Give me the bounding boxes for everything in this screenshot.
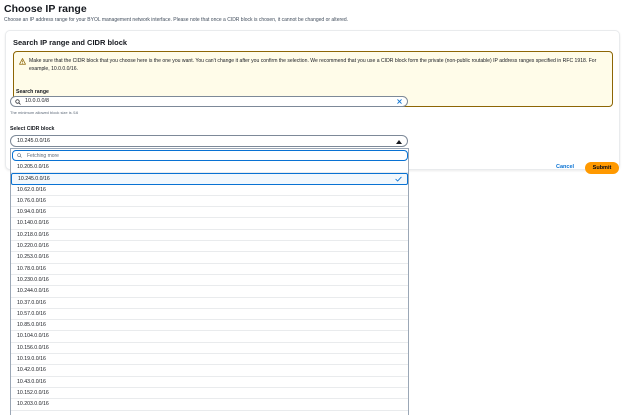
cidr-option-label: 10.42.0.0/16 [17,367,46,374]
cidr-option[interactable]: 10.94.0.0/16 [11,207,408,219]
cidr-option-label: 10.43.0.0/16 [17,378,46,385]
cidr-option-label: 10.220.0.0/16 [17,243,49,250]
cidr-option-label: 10.62.0.0/16 [17,186,46,193]
cidr-option-label: 10.230.0.0/16 [17,276,49,283]
cidr-dropdown: Fetching more 10.205.0.0/16 10.245.0.0/16… [10,148,409,415]
cidr-option[interactable]: 10.230.0.0/16 [11,275,408,287]
cidr-option-label: 10.244.0.0/16 [17,288,49,295]
search-range-hint: The minimum allowed block size is /16 [10,110,79,115]
search-range-input[interactable]: 10.0.0.0/8 [10,96,408,107]
cidr-option-label: 10.152.0.0/16 [17,389,49,396]
cidr-option-label: 10.203.0.0/16 [17,401,49,408]
cidr-option[interactable]: 10.245.0.0/16 [11,173,408,185]
cidr-option-label: 10.218.0.0/16 [17,231,49,238]
submit-button[interactable]: Submit [585,162,619,174]
close-icon[interactable] [396,98,403,105]
cidr-option[interactable]: 10.42.0.0/16 [11,365,408,377]
warning-alert-text: Make sure that the CIDR block that you c… [29,58,597,72]
cidr-option[interactable]: 10.104.0.0/16 [11,331,408,343]
cidr-option-label: 10.85.0.0/16 [17,322,46,329]
cidr-option-label: 10.104.0.0/16 [17,333,49,340]
cidr-option-label: 10.140.0.0/16 [17,220,49,227]
search-icon [15,99,21,105]
cidr-option[interactable]: 10.62.0.0/16 [11,185,408,196]
cidr-option[interactable]: 10.19.0.0/16 [11,354,408,366]
cidr-option-label: 10.37.0.0/16 [17,299,46,306]
cidr-selected-value: 10.245.0.0/16 [17,138,50,144]
cidr-option[interactable]: 10.85.0.0/16 [11,320,408,332]
cidr-option-label: 10.78.0.0/16 [17,265,46,272]
cidr-option[interactable]: 10.57.0.0/16 [11,309,408,321]
warning-triangle-icon [19,58,26,65]
cidr-filter-placeholder: Fetching more [27,152,59,159]
cidr-option[interactable]: 10.244.0.0/16 [11,286,408,298]
cidr-option-label: 10.76.0.0/16 [17,197,46,204]
panel-header: Search IP range and CIDR block [13,38,128,47]
search-range-value: 10.0.0.0/8 [25,98,49,104]
cancel-button[interactable]: Cancel [556,164,574,170]
cidr-option[interactable]: 10.37.0.0/16 [11,298,408,309]
cidr-option[interactable]: 10.220.0.0/16 [11,241,408,253]
cidr-option[interactable]: 10.253.0.0/16 [11,252,408,264]
cidr-option[interactable]: 10.156.0.0/16 [11,343,408,355]
select-cidr-label: Select CIDR block [10,126,55,132]
cidr-option-label: 10.19.0.0/16 [17,356,46,363]
cidr-option-label: 10.245.0.0/16 [18,176,50,183]
checkmark-icon [395,176,402,182]
search-range-label: Search range [16,89,49,95]
cidr-option[interactable]: 10.218.0.0/16 [11,230,408,242]
cidr-block-select[interactable]: 10.245.0.0/16 [10,135,408,147]
cidr-option[interactable]: 10.205.0.0/16 [11,162,408,174]
cidr-option[interactable]: 10.140.0.0/16 [11,218,408,230]
cidr-option-label: 10.94.0.0/16 [17,209,46,216]
cidr-option-list: 10.205.0.0/16 10.245.0.0/16 10.62.0.0/16 10… [11,162,408,411]
cidr-option[interactable]: 10.203.0.0/16 [11,399,408,411]
cidr-option[interactable]: 10.76.0.0/16 [11,196,408,208]
cidr-option[interactable]: 10.152.0.0/16 [11,388,408,400]
cidr-option-label: 10.253.0.0/16 [17,254,49,261]
caret-up-icon [396,140,402,144]
page-description: Choose an IP address range for your BYOL… [4,17,349,23]
cidr-filter-input[interactable]: Fetching more [12,150,408,161]
cidr-option[interactable]: 10.78.0.0/16 [11,264,408,275]
cidr-option[interactable]: 10.43.0.0/16 [11,377,408,388]
search-icon [17,153,22,158]
cidr-option-label: 10.57.0.0/16 [17,310,46,317]
cidr-option-label: 10.205.0.0/16 [17,164,49,170]
page-title: Choose IP range [4,3,87,15]
cidr-option-label: 10.156.0.0/16 [17,344,49,351]
